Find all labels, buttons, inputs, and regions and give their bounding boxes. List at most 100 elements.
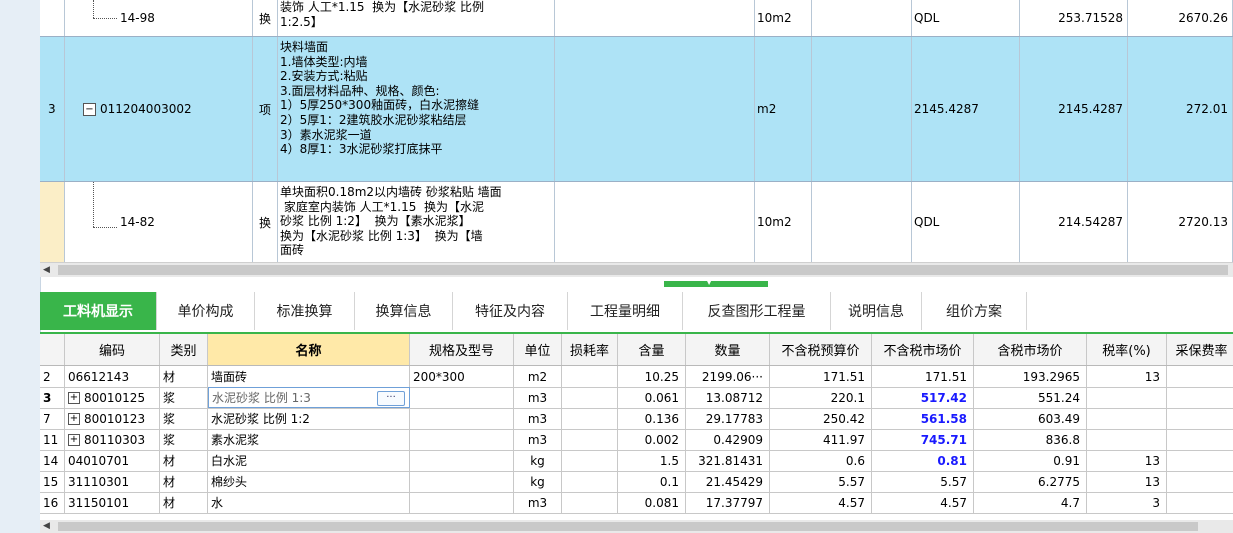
cell-qty[interactable]: 29.17783 (686, 408, 770, 429)
cell-loss[interactable] (562, 366, 618, 387)
cell-content[interactable]: 0.002 (618, 429, 686, 450)
col-category[interactable]: 类别 (160, 334, 208, 365)
col-name[interactable]: 名称 (208, 334, 410, 365)
cell-code[interactable]: 04010701 (65, 450, 160, 471)
col-unit[interactable]: 单位 (514, 334, 562, 365)
cell-fee[interactable] (1167, 387, 1233, 408)
cell-taxed[interactable]: 836.8 (974, 429, 1087, 450)
cell-no[interactable]: 11 (40, 429, 65, 450)
cell-tax[interactable] (1087, 408, 1167, 429)
cell-tax[interactable] (1087, 429, 1167, 450)
cell-fee[interactable] (1167, 450, 1233, 471)
cell-loss[interactable] (562, 429, 618, 450)
col-market-price[interactable]: 不含税市场价 (872, 334, 974, 365)
cell-name[interactable]: 墙面砖 (208, 366, 410, 387)
cell-budget[interactable]: 171.51 (770, 366, 872, 387)
table-row[interactable]: 11 +80110303 浆素水泥浆 m3 0.002 0.42909 411.97 745.… (40, 429, 1233, 451)
cell-unit[interactable]: m2 (514, 366, 562, 387)
cell-taxed[interactable]: 4.7 (974, 492, 1087, 513)
cell-no[interactable]: 7 (40, 408, 65, 429)
cell-taxed[interactable]: 193.2965 (974, 366, 1087, 387)
cell-spec[interactable] (410, 450, 514, 471)
col-loss-rate[interactable]: 损耗率 (562, 334, 618, 365)
tab-features[interactable]: 特征及内容 (453, 292, 568, 330)
tab-pricing-plan[interactable]: 组价方案 (922, 292, 1027, 330)
cell-market[interactable]: 745.71 (872, 429, 974, 450)
cell-unit[interactable]: kg (514, 450, 562, 471)
tab-conversion-info[interactable]: 换算信息 (355, 292, 453, 330)
cell-cat[interactable]: 材 (160, 450, 208, 471)
cell-content[interactable]: 0.081 (618, 492, 686, 513)
cell-name[interactable]: 水 (208, 492, 410, 513)
cell-name[interactable]: 棉纱头 (208, 471, 410, 492)
cell-spec[interactable] (410, 387, 514, 408)
collapse-icon[interactable]: − (83, 102, 96, 116)
cell-no[interactable]: 3 (40, 387, 65, 408)
cell-cat[interactable]: 浆 (160, 387, 208, 408)
cell-cat[interactable]: 浆 (160, 429, 208, 450)
cell-content[interactable]: 1.5 (618, 450, 686, 471)
cell-cat[interactable]: 材 (160, 366, 208, 387)
cell-name[interactable]: 水泥砂浆 比例 1:2 (208, 408, 410, 429)
cell-no[interactable]: 15 (40, 471, 65, 492)
table-row-selected[interactable]: 3 − 011204003002 项 块料墙面 1.墙体类型:内墙 2.安装方式… (40, 37, 1233, 182)
col-taxed-price[interactable]: 含税市场价 (974, 334, 1087, 365)
cell-unit[interactable]: kg (514, 471, 562, 492)
tab-quantity-detail[interactable]: 工程量明细 (568, 292, 683, 330)
cell-code[interactable]: +80110303 (65, 429, 160, 450)
col-budget-price[interactable]: 不含税预算价 (770, 334, 872, 365)
cell-unit[interactable]: m3 (514, 429, 562, 450)
cell-loss[interactable] (562, 471, 618, 492)
cell-qty[interactable]: 21.45429 (686, 471, 770, 492)
cell-taxed[interactable]: 603.49 (974, 408, 1087, 429)
cell-budget[interactable]: 5.57 (770, 471, 872, 492)
cell-loss[interactable] (562, 408, 618, 429)
expand-icon[interactable]: + (68, 391, 80, 404)
cell-budget[interactable]: 250.42 (770, 408, 872, 429)
table-row[interactable]: 14-82 换 单块面积0.18m2以内墙砖 砂浆粘贴 墙面 家庭室内装饰 人工… (40, 182, 1233, 262)
cell-qty[interactable]: 321.81431 (686, 450, 770, 471)
cell-loss[interactable] (562, 387, 618, 408)
browse-button[interactable]: ··· (377, 391, 405, 406)
scroll-left-icon[interactable]: ◀ (43, 521, 50, 531)
tab-description[interactable]: 说明信息 (831, 292, 922, 330)
row-description[interactable]: 单块面积0.18m2以内墙砖 砂浆粘贴 墙面 家庭室内装饰 人工*1.15 换为… (278, 182, 555, 262)
cell-name[interactable]: 素水泥浆 (208, 429, 410, 450)
tab-unit-price[interactable]: 单价构成 (157, 292, 255, 330)
cell-market[interactable]: 4.57 (872, 492, 974, 513)
col-fee-rate[interactable]: 采保费率 (1167, 334, 1233, 365)
cell-fee[interactable] (1167, 429, 1233, 450)
expand-icon[interactable]: + (68, 412, 80, 425)
cell-market[interactable]: 517.42 (872, 387, 974, 408)
tab-standard-conversion[interactable]: 标准换算 (255, 292, 355, 330)
cell-fee[interactable] (1167, 492, 1233, 513)
cell-qty[interactable]: 2199.06··· (686, 366, 770, 387)
cell-qty[interactable]: 17.37797 (686, 492, 770, 513)
cell-unit[interactable]: m3 (514, 387, 562, 408)
cell-no[interactable]: 2 (40, 366, 65, 387)
cell-spec[interactable] (410, 408, 514, 429)
cell-no[interactable]: 14 (40, 450, 65, 471)
panel-splitter-handle[interactable] (664, 281, 768, 287)
cell-market[interactable]: 171.51 (872, 366, 974, 387)
cell-name[interactable]: 水泥砂浆 比例 1:3 ··· (208, 387, 410, 408)
col-tax-rate[interactable]: 税率(%) (1087, 334, 1167, 365)
cell-content[interactable]: 0.136 (618, 408, 686, 429)
cell-qty[interactable]: 0.42909 (686, 429, 770, 450)
cell-content[interactable]: 10.25 (618, 366, 686, 387)
cell-code[interactable]: +80010125 (65, 387, 160, 408)
cell-cat[interactable]: 材 (160, 471, 208, 492)
upper-horizontal-scrollbar[interactable]: ◀ (40, 262, 1233, 277)
cell-unit[interactable]: m3 (514, 408, 562, 429)
cell-budget[interactable]: 0.6 (770, 450, 872, 471)
cell-code[interactable]: +80010123 (65, 408, 160, 429)
cell-code[interactable]: 31150101 (65, 492, 160, 513)
cell-tax[interactable]: 13 (1087, 471, 1167, 492)
table-row[interactable]: 15 31110301 材棉纱头 kg 0.1 21.45429 5.57 5.57 6.277… (40, 471, 1233, 493)
cell-spec[interactable] (410, 492, 514, 513)
cell-name[interactable]: 白水泥 (208, 450, 410, 471)
tab-labor-material[interactable]: 工料机显示 (40, 292, 157, 330)
col-code[interactable]: 编码 (65, 334, 160, 365)
scrollbar-thumb[interactable] (58, 522, 1198, 531)
cell-fee[interactable] (1167, 471, 1233, 492)
